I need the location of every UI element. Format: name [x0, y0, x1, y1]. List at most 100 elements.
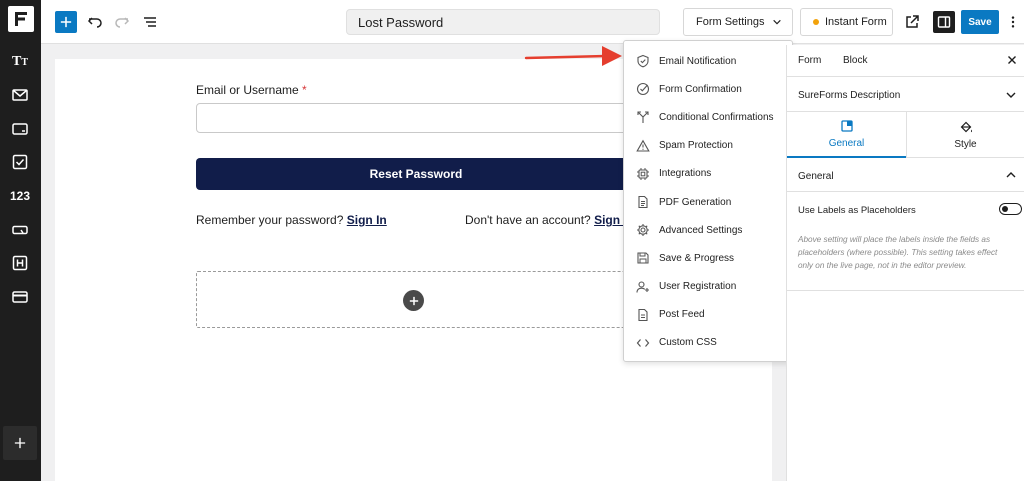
sidebar-panel-icon — [937, 16, 951, 28]
tab-form[interactable]: Form — [798, 55, 821, 66]
paint-bucket-icon — [960, 121, 972, 133]
redo-button[interactable] — [111, 11, 133, 33]
logo-icon — [15, 12, 27, 26]
chip-icon — [637, 167, 649, 180]
numbers-icon[interactable]: 123 — [9, 185, 31, 207]
menu-item-form-confirmation[interactable]: Form Confirmation — [624, 75, 792, 103]
form-settings-label: Form Settings — [696, 16, 765, 28]
menu-item-label: Spam Protection — [659, 140, 733, 152]
menu-item-email-notification[interactable]: Email Notification — [624, 47, 792, 75]
no-account-text: Don't have an account? Sign U — [465, 213, 632, 227]
code-icon — [636, 339, 650, 347]
menu-item-label: PDF Generation — [659, 196, 732, 208]
remember-password-text: Remember your password? Sign In — [196, 213, 387, 227]
numbers-icon-label: 123 — [9, 189, 31, 203]
shield-icon — [637, 55, 649, 68]
menu-item-advanced-settings[interactable]: Advanced Settings — [624, 216, 792, 244]
add-block-plus-button[interactable] — [403, 290, 424, 311]
menu-item-integrations[interactable]: Integrations — [624, 160, 792, 188]
file-icon — [638, 308, 648, 321]
section-divider — [787, 290, 1024, 291]
setting-help-text: Above setting will place the labels insi… — [798, 235, 998, 270]
more-vertical-icon — [1011, 16, 1015, 28]
input-icon[interactable] — [9, 118, 31, 140]
tab-block[interactable]: Block — [843, 55, 867, 66]
general-section-header[interactable]: General — [787, 158, 1024, 192]
preview-external-button[interactable] — [901, 11, 923, 33]
close-icon[interactable] — [1005, 53, 1019, 67]
instant-form-button[interactable]: Instant Form — [800, 8, 893, 36]
menu-item-post-feed[interactable]: Post Feed — [624, 301, 792, 329]
settings-sidebar: Form Block SureForms Description General… — [786, 45, 1024, 481]
menu-item-label: Save & Progress — [659, 252, 735, 264]
menu-item-label: Advanced Settings — [659, 224, 743, 236]
gear-icon — [637, 224, 649, 237]
menu-item-label: Custom CSS — [659, 337, 717, 349]
user-plus-icon — [636, 281, 649, 293]
document-overview-button[interactable] — [139, 11, 161, 33]
external-link-icon — [906, 15, 919, 28]
subtab-general-label: General — [828, 138, 865, 149]
red-arrow-annotation — [524, 46, 622, 66]
checkbox-icon[interactable] — [9, 151, 31, 173]
menu-item-user-registration[interactable]: User Registration — [624, 273, 792, 301]
menu-item-spam-protection[interactable]: Spam Protection — [624, 132, 792, 160]
plus-icon — [409, 296, 418, 305]
settings-tabs: Form Block — [787, 45, 1024, 77]
heading-icon[interactable] — [9, 252, 31, 274]
warning-icon — [636, 139, 650, 152]
menu-item-label: Form Confirmation — [659, 83, 742, 95]
block-inserter-sidebar: TT 123 — [0, 0, 41, 481]
undo-button[interactable] — [84, 11, 106, 33]
subtab-style-label: Style — [954, 139, 977, 150]
split-arrow-icon — [637, 111, 649, 124]
email-label-text: Email or Username — [196, 83, 299, 97]
menu-item-pdf-generation[interactable]: PDF Generation — [624, 188, 792, 216]
chevron-up-icon — [1006, 172, 1016, 178]
menu-item-label: Integrations — [659, 168, 712, 180]
subtab-general[interactable]: General — [787, 112, 906, 158]
settings-panel-toggle[interactable] — [933, 11, 955, 33]
labels-as-placeholders-label: Use Labels as Placeholders — [798, 205, 916, 216]
button-icon[interactable] — [9, 219, 31, 241]
description-panel-header[interactable]: SureForms Description — [787, 78, 1024, 112]
instant-form-label: Instant Form — [825, 16, 887, 28]
chevron-down-icon — [773, 19, 782, 25]
redo-icon — [115, 17, 130, 28]
menu-item-label: Conditional Confirmations — [659, 111, 774, 123]
menu-item-label: Email Notification — [659, 55, 737, 67]
dont-have-text: Don't have an account? — [465, 213, 591, 227]
menu-item-conditional-confirmations[interactable]: Conditional Confirmations — [624, 103, 792, 131]
menu-item-custom-css[interactable]: Custom CSS — [624, 329, 792, 357]
labels-as-placeholders-toggle[interactable] — [999, 203, 1022, 215]
sign-in-link[interactable]: Sign In — [347, 213, 387, 227]
more-options-button[interactable] — [1007, 11, 1019, 33]
email-username-input[interactable] — [196, 103, 636, 133]
sureforms-logo[interactable] — [8, 6, 34, 32]
save-icon — [637, 252, 649, 264]
typography-icon[interactable]: TT — [9, 51, 31, 73]
check-circle-icon — [636, 83, 650, 96]
save-button[interactable]: Save — [961, 10, 999, 34]
mail-icon[interactable] — [9, 84, 31, 106]
subtab-style[interactable]: Style — [906, 112, 1024, 158]
reset-password-button[interactable]: Reset Password — [196, 158, 636, 190]
editor-toolbar: Lost Password Form Settings Instant Form… — [41, 0, 1024, 44]
form-settings-button[interactable]: Form Settings — [683, 8, 793, 36]
document-icon — [638, 195, 648, 209]
required-marker: * — [302, 83, 307, 97]
menu-item-save-progress[interactable]: Save & Progress — [624, 244, 792, 272]
plus-icon — [14, 437, 26, 449]
add-block-button[interactable] — [3, 426, 37, 460]
menu-item-label: User Registration — [659, 281, 737, 293]
block-appender[interactable] — [196, 271, 636, 328]
toggle-knob — [1001, 205, 1008, 212]
general-style-tabs: General Style — [787, 112, 1024, 158]
document-title-input[interactable]: Lost Password — [346, 9, 660, 35]
card-icon[interactable] — [9, 286, 31, 308]
undo-icon — [87, 17, 102, 28]
remember-text: Remember your password? — [196, 213, 344, 227]
layout-icon — [840, 120, 853, 132]
toggle-inserter-button[interactable] — [55, 11, 77, 33]
chevron-down-icon — [1006, 92, 1016, 98]
